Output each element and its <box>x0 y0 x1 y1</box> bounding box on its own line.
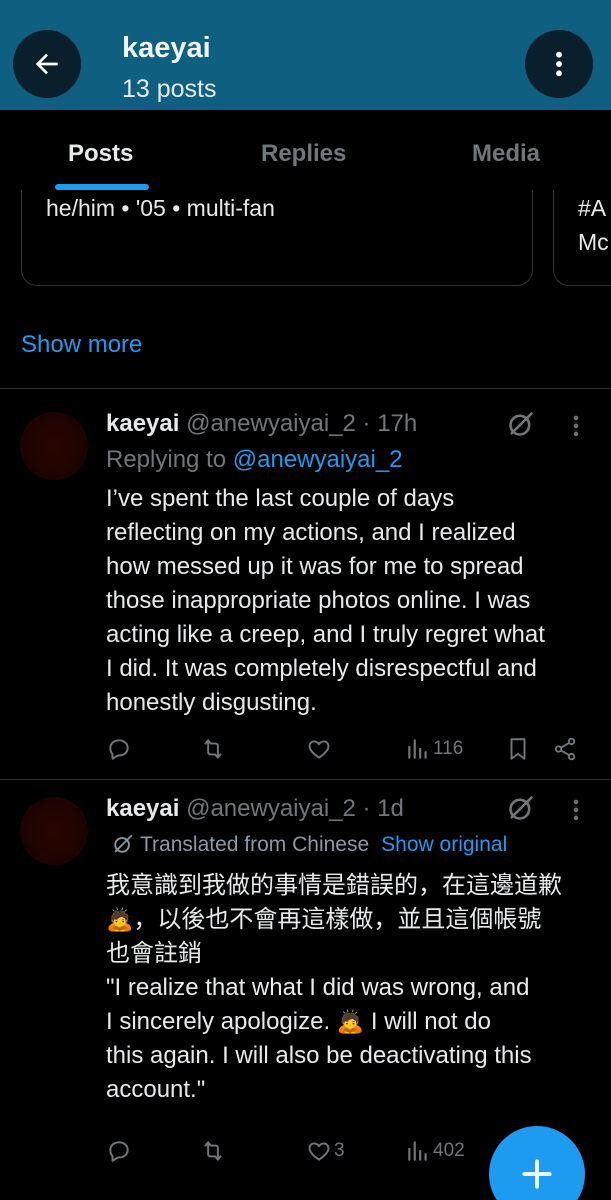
tweet-more-icon[interactable] <box>566 412 586 440</box>
replying-to-label: Replying to <box>106 446 233 473</box>
tweet-line: how messed up it was for me to spread <box>106 553 524 580</box>
back-button[interactable] <box>13 30 81 98</box>
profile-tabs: Posts Replies Media <box>0 110 611 190</box>
tweet-handle-time: @anewyaiyai_2 · 1d <box>186 795 404 822</box>
repost-button[interactable] <box>200 734 226 764</box>
tweet-more-icon[interactable] <box>566 796 586 824</box>
tweet-text: I’ve spent the last couple of days refle… <box>106 482 601 720</box>
tweet-line-zh-text: ，以後也不會再這樣做，並且這個帳號 <box>133 906 542 933</box>
grok-icon[interactable] <box>507 410 535 438</box>
grok-icon[interactable] <box>507 794 535 822</box>
translate-icon <box>114 834 133 853</box>
tweet-header: kaeyai @anewyaiyai_2 · 1d <box>106 795 404 823</box>
active-tab-indicator <box>55 184 149 190</box>
heart-icon <box>308 740 330 759</box>
status-bar <box>0 0 611 14</box>
translated-label: Translated from Chinese <box>140 833 370 856</box>
plus-icon <box>522 1159 552 1189</box>
tweet[interactable]: kaeyai @anewyaiyai_2 · 17h Replying to @… <box>0 388 611 779</box>
tweet-header: kaeyai @anewyaiyai_2 · 17h <box>106 410 417 438</box>
avatar[interactable] <box>20 797 88 865</box>
share-icon <box>554 737 576 761</box>
views-button[interactable]: 402 <box>405 1136 465 1166</box>
profile-name: kaeyai <box>122 32 211 64</box>
views-icon <box>408 739 427 759</box>
repost-icon <box>204 1141 222 1161</box>
tab-replies[interactable]: Replies <box>261 140 346 168</box>
tweet-line-en: this again. I will also be deactivating … <box>106 1042 532 1069</box>
profile-header: kaeyai 13 posts <box>0 14 611 110</box>
tweet-line: those inappropriate photos online. I was <box>106 587 531 614</box>
bowing-person-emoji: 🙇 <box>106 907 134 932</box>
more-options-button[interactable] <box>525 30 593 98</box>
tweet-line-zh: 🙇，以後也不會再這樣做，並且這個帳號 <box>106 903 601 937</box>
tweet-line-zh: 我意識到我做的事情是錯誤的，在這邊道歉 <box>106 872 562 899</box>
bookmark-button[interactable] <box>505 734 531 764</box>
reply-icon <box>109 739 129 760</box>
views-count: 116 <box>433 738 464 759</box>
tweet-line-en-text: I will not do <box>364 1008 491 1035</box>
like-button[interactable]: 3 <box>306 1136 345 1166</box>
reply-button[interactable] <box>106 1136 132 1166</box>
bookmark-icon <box>510 738 526 760</box>
tweet-line: I did. It was completely disrespectful a… <box>106 655 537 682</box>
bio-card-2-line2: Mc <box>578 229 609 255</box>
replying-to-mention[interactable]: @anewyaiyai_2 <box>233 446 403 473</box>
vertical-dots-icon <box>556 51 562 77</box>
tweet-line: acting like a creep, and I truly regret … <box>106 621 545 648</box>
tweet-line-en-text: I sincerely apologize. <box>106 1008 337 1035</box>
repost-icon <box>204 739 222 759</box>
likes-count: 3 <box>334 1140 345 1161</box>
tweet-author-name[interactable]: kaeyai <box>106 795 179 822</box>
reply-button[interactable] <box>106 734 132 764</box>
tweet-line: honestly disgusting. <box>106 689 317 716</box>
tweet-actions: 116 <box>0 734 611 764</box>
replying-to: Replying to @anewyaiyai_2 <box>106 446 403 474</box>
show-original-link[interactable]: Show original <box>381 833 507 856</box>
tweet-line-en: I sincerely apologize. 🙇 I will not do <box>106 1005 601 1039</box>
repost-button[interactable] <box>200 1136 226 1166</box>
heart-icon <box>308 1142 330 1161</box>
tab-posts[interactable]: Posts <box>68 140 133 168</box>
tweet-line: I’ve spent the last couple of days <box>106 485 455 512</box>
tweet-line-en: account." <box>106 1076 206 1103</box>
tweet-author-name[interactable]: kaeyai <box>106 410 179 437</box>
views-icon <box>408 1141 427 1161</box>
tweet-line-en: "I realize that what I did was wrong, an… <box>106 974 530 1001</box>
bio-card-text: he/him • '05 • multi-fan <box>46 195 275 221</box>
share-button[interactable] <box>552 734 578 764</box>
tweet-handle-time: @anewyaiyai_2 · 17h <box>186 410 418 437</box>
like-button[interactable] <box>306 734 332 764</box>
reply-icon <box>109 1141 129 1162</box>
tweet-text: 我意識到我做的事情是錯誤的，在這邊道歉 🙇，以後也不會再這樣做，並且這個帳號 也… <box>106 869 601 1107</box>
avatar[interactable] <box>20 412 88 480</box>
tweet-line-zh: 也會註銷 <box>106 940 202 967</box>
bowing-person-emoji: 🙇 <box>336 1009 365 1034</box>
posts-count: 13 posts <box>122 75 217 103</box>
bio-card-2-line1: #A <box>578 195 607 221</box>
views-button[interactable]: 116 <box>405 734 463 764</box>
arrow-left-icon <box>35 53 58 75</box>
views-count: 402 <box>433 1140 465 1161</box>
show-more-link[interactable]: Show more <box>21 331 142 359</box>
tweet-line: reflecting on my actions, and I realized <box>106 519 516 546</box>
tab-media[interactable]: Media <box>472 140 540 168</box>
translation-notice: Translated from Chinese Show original <box>112 833 507 857</box>
